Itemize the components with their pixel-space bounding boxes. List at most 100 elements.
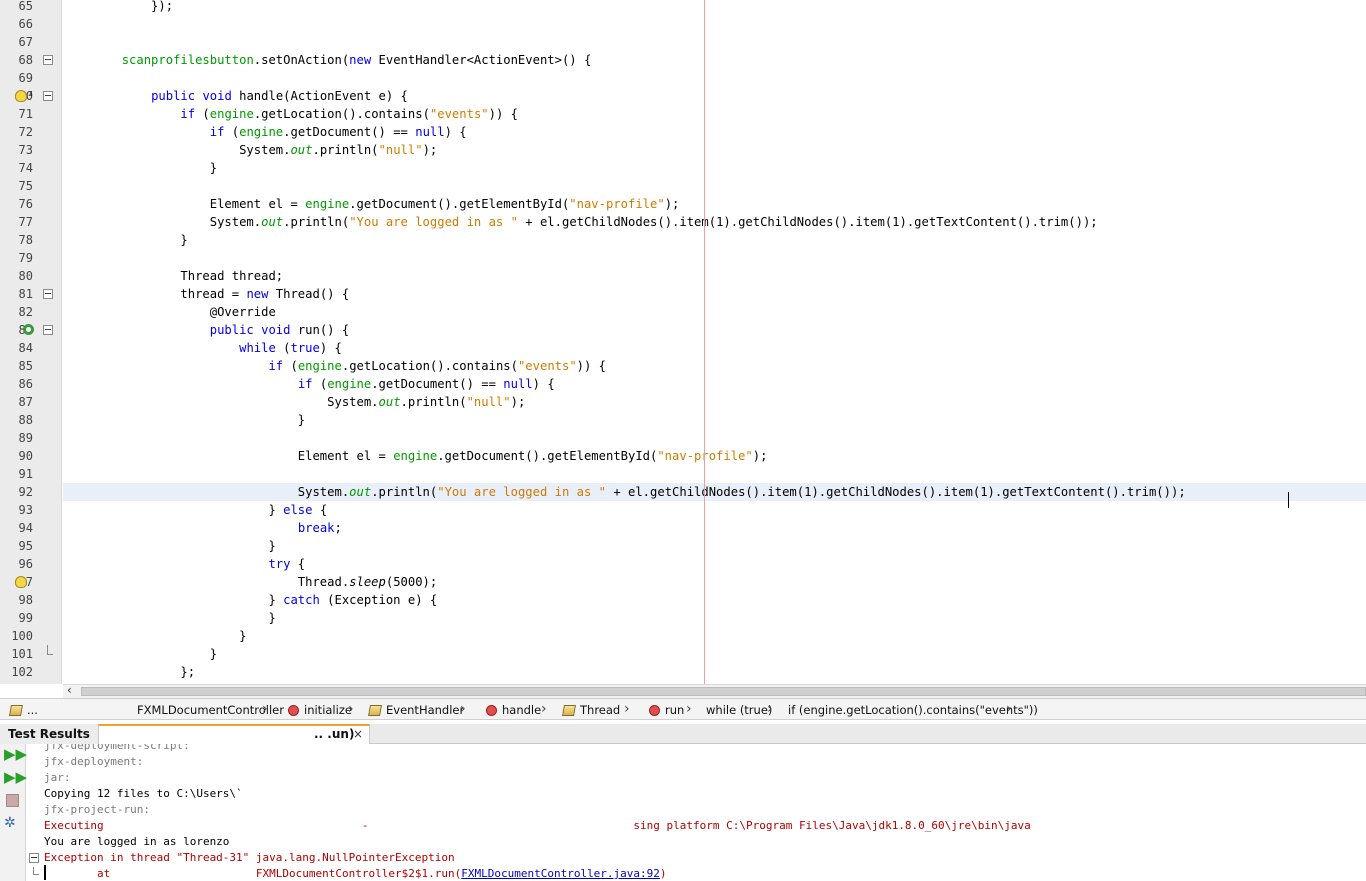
code-line[interactable]: public void run() {	[63, 321, 1366, 339]
breadcrumb-item-initialize[interactable]: initialize	[288, 702, 352, 718]
tab-run-output[interactable]: .. .un) ×	[98, 724, 370, 744]
code-text: });	[63, 0, 174, 13]
gutter-row: 83	[0, 321, 61, 339]
code-line[interactable]: if (engine.getLocation().contains("event…	[63, 105, 1366, 123]
breadcrumb-item-run[interactable]: run	[649, 702, 684, 718]
code-line[interactable]: });	[63, 0, 1366, 15]
code-text: System.out.println("You are logged in as…	[63, 485, 1186, 499]
code-line[interactable]: Element el = engine.getDocument().getEle…	[63, 195, 1366, 213]
fold-toggle-icon[interactable]	[43, 91, 53, 101]
editor-gutter: 65 66 67 68 69 70⬇ 71 72 73 74 75 76 77 78 79 80 81 82 83 8…	[0, 0, 62, 684]
stop-icon[interactable]	[6, 794, 19, 807]
gutter-row: 94	[0, 519, 61, 537]
line-number: 75	[18, 179, 33, 193]
code-line[interactable]	[63, 69, 1366, 87]
chevron-right-icon: ›	[767, 701, 773, 717]
code-line[interactable]: }	[63, 159, 1366, 177]
fold-toggle-icon[interactable]	[43, 289, 53, 299]
gutter-row: 73	[0, 141, 61, 159]
breadcrumb-item-while[interactable]: while (true)	[706, 702, 772, 718]
code-line[interactable]: }	[63, 231, 1366, 249]
fold-toggle-icon[interactable]	[43, 55, 53, 65]
code-line[interactable]: }	[63, 645, 1366, 663]
code-area[interactable]: }); scanprofilesbutton.setOnAction(new E…	[63, 0, 1366, 684]
code-line[interactable]	[63, 249, 1366, 267]
gutter-row: 70⬇	[0, 87, 61, 105]
console-line: jar:	[44, 770, 71, 786]
code-line[interactable]	[63, 33, 1366, 51]
code-line[interactable]: while (true) {	[63, 339, 1366, 357]
code-line[interactable]: Thread thread;	[63, 267, 1366, 285]
code-line[interactable]: System.out.println("You are logged in as…	[63, 483, 1366, 501]
code-text: if (engine.getLocation().contains("event…	[268, 359, 607, 373]
code-line[interactable]: if (engine.getDocument() == null) {	[63, 123, 1366, 141]
code-line[interactable]: Element el = engine.getDocument().getEle…	[63, 447, 1366, 465]
code-line[interactable]	[63, 429, 1366, 447]
breadcrumb-item-handle[interactable]: handle	[486, 702, 541, 718]
output-console[interactable]: jfx-deployment-script: jfx-deployment: jar…	[27, 744, 1366, 881]
code-text: Thread thread;	[63, 269, 284, 283]
console-line: Executing - sing platform C:\Program Fil…	[44, 818, 1031, 834]
code-line[interactable]: scanprofilesbutton.setOnAction(new Event…	[63, 51, 1366, 69]
implements-arrow-icon[interactable]: ⬇	[28, 90, 34, 100]
code-line[interactable]: System.out.println("null");	[63, 141, 1366, 159]
breadcrumb-item-eventhandler[interactable]: EventHandler	[368, 702, 464, 718]
tab-test-results[interactable]: Test Results	[0, 724, 98, 744]
code-text: break;	[297, 521, 342, 535]
breadcrumb-item-package[interactable]: ...	[9, 702, 38, 718]
code-text: }	[63, 413, 306, 427]
code-line[interactable]: } else {	[63, 501, 1366, 519]
console-line: Exception in thread "Thread-31" java.lan…	[44, 850, 455, 866]
scroll-left-icon[interactable]: ‹	[67, 683, 72, 697]
hint-lightbulb-icon[interactable]	[15, 90, 27, 102]
gutter-row: 75	[0, 177, 61, 195]
code-line[interactable]: @Override	[63, 303, 1366, 321]
code-line[interactable]: System.out.println("null");	[63, 393, 1366, 411]
code-line[interactable]: if (engine.getDocument() == null) {	[63, 375, 1366, 393]
code-line[interactable]: public void handle(ActionEvent e) {	[63, 87, 1366, 105]
gutter-row: 99	[0, 609, 61, 627]
rerun-icon[interactable]: ▶▶	[4, 746, 27, 763]
settings-icon[interactable]: ✲	[4, 815, 21, 832]
gutter-row: 102	[0, 663, 61, 681]
code-text: Element el = engine.getDocument().getEle…	[63, 197, 680, 211]
code-line[interactable]	[63, 177, 1366, 195]
method-icon	[649, 704, 660, 716]
fold-toggle-icon[interactable]	[43, 325, 53, 335]
code-line[interactable]: break;	[63, 519, 1366, 537]
rerun-with-options-icon[interactable]: ▶▶	[4, 769, 27, 786]
code-editor[interactable]: 65 66 67 68 69 70⬇ 71 72 73 74 75 76 77 78 79 80 81 82 83 8…	[0, 0, 1366, 684]
code-line[interactable]	[63, 465, 1366, 483]
override-icon[interactable]	[23, 324, 34, 335]
warning-lightbulb-icon[interactable]	[15, 576, 27, 588]
code-line[interactable]: if (engine.getLocation().contains("event…	[63, 357, 1366, 375]
code-line[interactable]: thread = new Thread() {	[63, 285, 1366, 303]
breadcrumb-item-if[interactable]: if (engine.getLocation().contains("event…	[788, 702, 1038, 718]
code-line[interactable]: }	[63, 537, 1366, 555]
code-line[interactable]: }	[63, 609, 1366, 627]
console-text: jfx-deployment-script:	[44, 744, 190, 752]
close-icon[interactable]: ×	[353, 727, 363, 741]
code-line[interactable]: }	[63, 627, 1366, 645]
breadcrumb-item-thread[interactable]: Thread	[562, 702, 620, 718]
chevron-right-icon: ›	[686, 701, 692, 717]
code-line[interactable]	[63, 15, 1366, 33]
fold-toggle-icon[interactable]	[29, 853, 39, 863]
scrollbar-thumb[interactable]	[81, 687, 1366, 696]
code-text: } else {	[63, 503, 328, 517]
line-number: 81	[18, 287, 33, 301]
editor-horizontal-scrollbar[interactable]: ‹	[63, 683, 1366, 698]
code-line[interactable]: Thread.sleep(5000);	[63, 573, 1366, 591]
gutter-row: 79	[0, 249, 61, 267]
console-text: at FXMLDocumentController$2$1.run(	[44, 867, 462, 880]
console-text: jar:	[44, 771, 71, 784]
code-line[interactable]: } catch (Exception e) {	[63, 591, 1366, 609]
gutter-row: 76	[0, 195, 61, 213]
code-line[interactable]: }	[63, 411, 1366, 429]
code-line[interactable]: };	[63, 663, 1366, 681]
stacktrace-link[interactable]: FXMLDocumentController.java:92	[461, 867, 660, 880]
gutter-row: 87	[0, 393, 61, 411]
code-line[interactable]: System.out.println("You are logged in as…	[63, 213, 1366, 231]
code-text: };	[63, 665, 196, 679]
code-line[interactable]: try {	[63, 555, 1366, 573]
